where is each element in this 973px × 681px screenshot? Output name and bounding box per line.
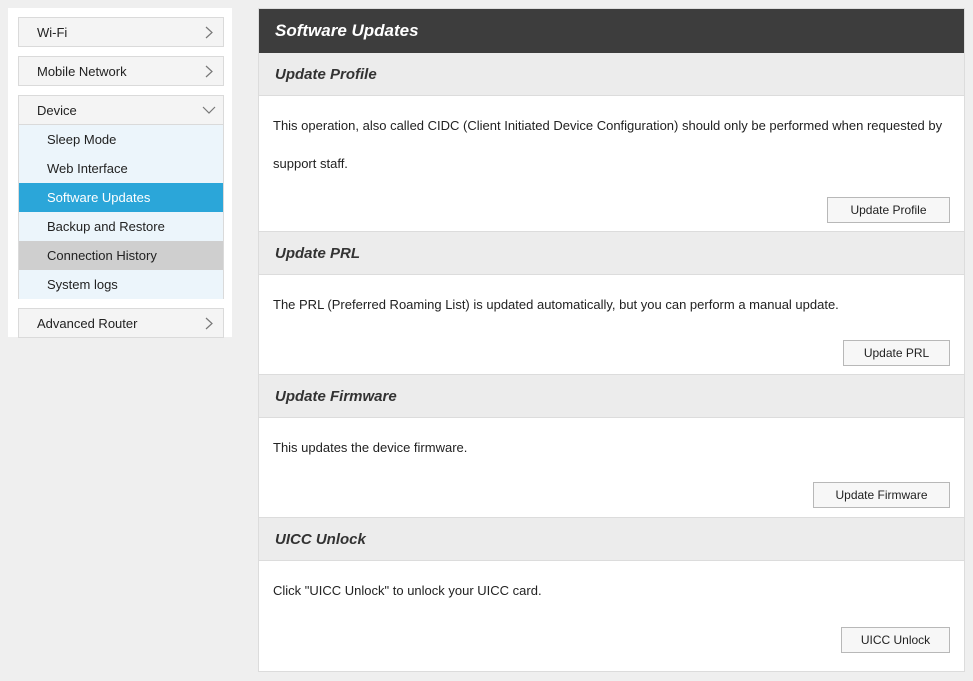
sidebar-item-web-interface[interactable]: Web Interface [19,154,223,183]
uicc-unlock-button[interactable]: UICC Unlock [841,627,950,653]
update-firmware-button[interactable]: Update Firmware [813,482,950,508]
section-uicc-unlock: Click "UICC Unlock" to unlock your UICC … [259,561,964,670]
section-description: The PRL (Preferred Roaming List) is upda… [273,297,839,312]
sidebar-item-sleep-mode[interactable]: Sleep Mode [19,125,223,154]
sidebar-item-label: Mobile Network [37,63,127,79]
section-update-prl: The PRL (Preferred Roaming List) is upda… [259,275,964,375]
section-heading-update-profile: Update Profile [259,53,964,96]
sidebar-item-system-logs[interactable]: System logs [19,270,223,299]
chevron-right-icon [195,65,223,78]
sidebar-item-mobile-network[interactable]: Mobile Network [19,57,223,85]
update-profile-button[interactable]: Update Profile [827,197,950,223]
section-update-profile: This operation, also called CIDC (Client… [259,96,964,232]
section-description: This updates the device firmware. [273,440,468,455]
sidebar-item-advanced-router[interactable]: Advanced Router [19,309,223,337]
chevron-right-icon [195,26,223,39]
section-description: Click "UICC Unlock" to unlock your UICC … [273,583,542,598]
page-title: Software Updates [259,9,964,53]
sidebar-item-device[interactable]: Device [19,96,223,124]
chevron-down-icon [195,106,223,114]
sidebar-group-device: Device Sleep Mode Web Interface Software… [18,95,224,299]
sidebar: Wi-Fi Mobile Network Device Sleep Mode W… [8,8,232,338]
section-heading-uicc-unlock: UICC Unlock [259,518,964,561]
section-heading-update-firmware: Update Firmware [259,375,964,418]
sidebar-item-software-updates[interactable]: Software Updates [19,183,223,212]
sidebar-item-label: Advanced Router [37,315,138,331]
main-panel: Software Updates Update Profile This ope… [258,8,965,672]
sidebar-group-advanced-router: Advanced Router [18,308,224,338]
sidebar-group-mobile-network: Mobile Network [18,56,224,86]
device-submenu: Sleep Mode Web Interface Software Update… [19,124,223,299]
sidebar-group-wifi: Wi-Fi [18,17,224,47]
sidebar-item-label: Device [37,102,77,118]
sidebar-item-backup-and-restore[interactable]: Backup and Restore [19,212,223,241]
section-update-firmware: This updates the device firmware. Update… [259,418,964,518]
section-description: This operation, also called CIDC (Client… [273,118,943,171]
chevron-right-icon [195,317,223,330]
sidebar-item-label: Wi-Fi [37,24,68,40]
update-prl-button[interactable]: Update PRL [843,340,950,366]
sidebar-item-connection-history[interactable]: Connection History [19,241,223,270]
sidebar-item-wifi[interactable]: Wi-Fi [19,18,223,46]
section-heading-update-prl: Update PRL [259,232,964,275]
